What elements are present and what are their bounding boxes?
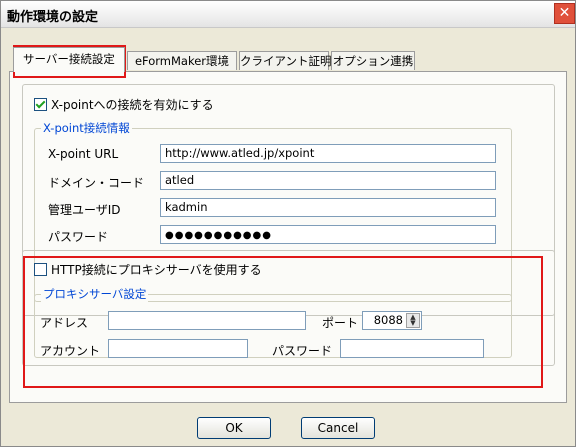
tab-eformmaker[interactable]: eFormMaker環境 bbox=[127, 51, 237, 70]
tab-client-cert[interactable]: クライアント証明 bbox=[239, 51, 332, 70]
tab-server-connection[interactable]: サーバー接続設定 bbox=[13, 47, 125, 72]
domain-code-label: ドメイン・コード bbox=[48, 176, 145, 190]
domain-code-field[interactable]: atled bbox=[160, 171, 496, 190]
cancel-button[interactable]: Cancel bbox=[301, 417, 375, 439]
xpoint-password-field[interactable]: ●●●●●●●●●●● bbox=[160, 225, 496, 244]
admin-user-label: 管理ユーザID bbox=[48, 203, 121, 217]
admin-user-field[interactable]: kadmin bbox=[160, 198, 496, 217]
xpoint-enable-row[interactable]: X-pointへの接続を有効にする bbox=[34, 96, 214, 113]
xpoint-enable-label: X-pointへの接続を有効にする bbox=[51, 98, 214, 112]
xpoint-password-label: パスワード bbox=[48, 230, 109, 244]
dialog-title: 動作環境の設定 bbox=[7, 10, 99, 25]
ok-button[interactable]: OK bbox=[197, 417, 271, 439]
title-bar[interactable]: 動作環境の設定 ✕ bbox=[1, 1, 575, 28]
xpoint-info-title: X-point接続情報 bbox=[41, 120, 132, 136]
highlight-proxy-box bbox=[23, 256, 543, 388]
tab-option-link[interactable]: オプション連携 bbox=[331, 51, 415, 70]
xpoint-url-field[interactable]: http://www.atled.jp/xpoint bbox=[160, 144, 496, 163]
password-mask: ●●●●●●●●●●● bbox=[165, 230, 272, 241]
settings-dialog: 動作環境の設定 ✕ サーバー接続設定 eFormMaker環境 クライアント証明… bbox=[0, 0, 576, 447]
xpoint-url-label: X-point URL bbox=[48, 147, 119, 161]
xpoint-enable-checkbox[interactable] bbox=[34, 98, 47, 111]
close-icon[interactable]: ✕ bbox=[554, 3, 575, 24]
